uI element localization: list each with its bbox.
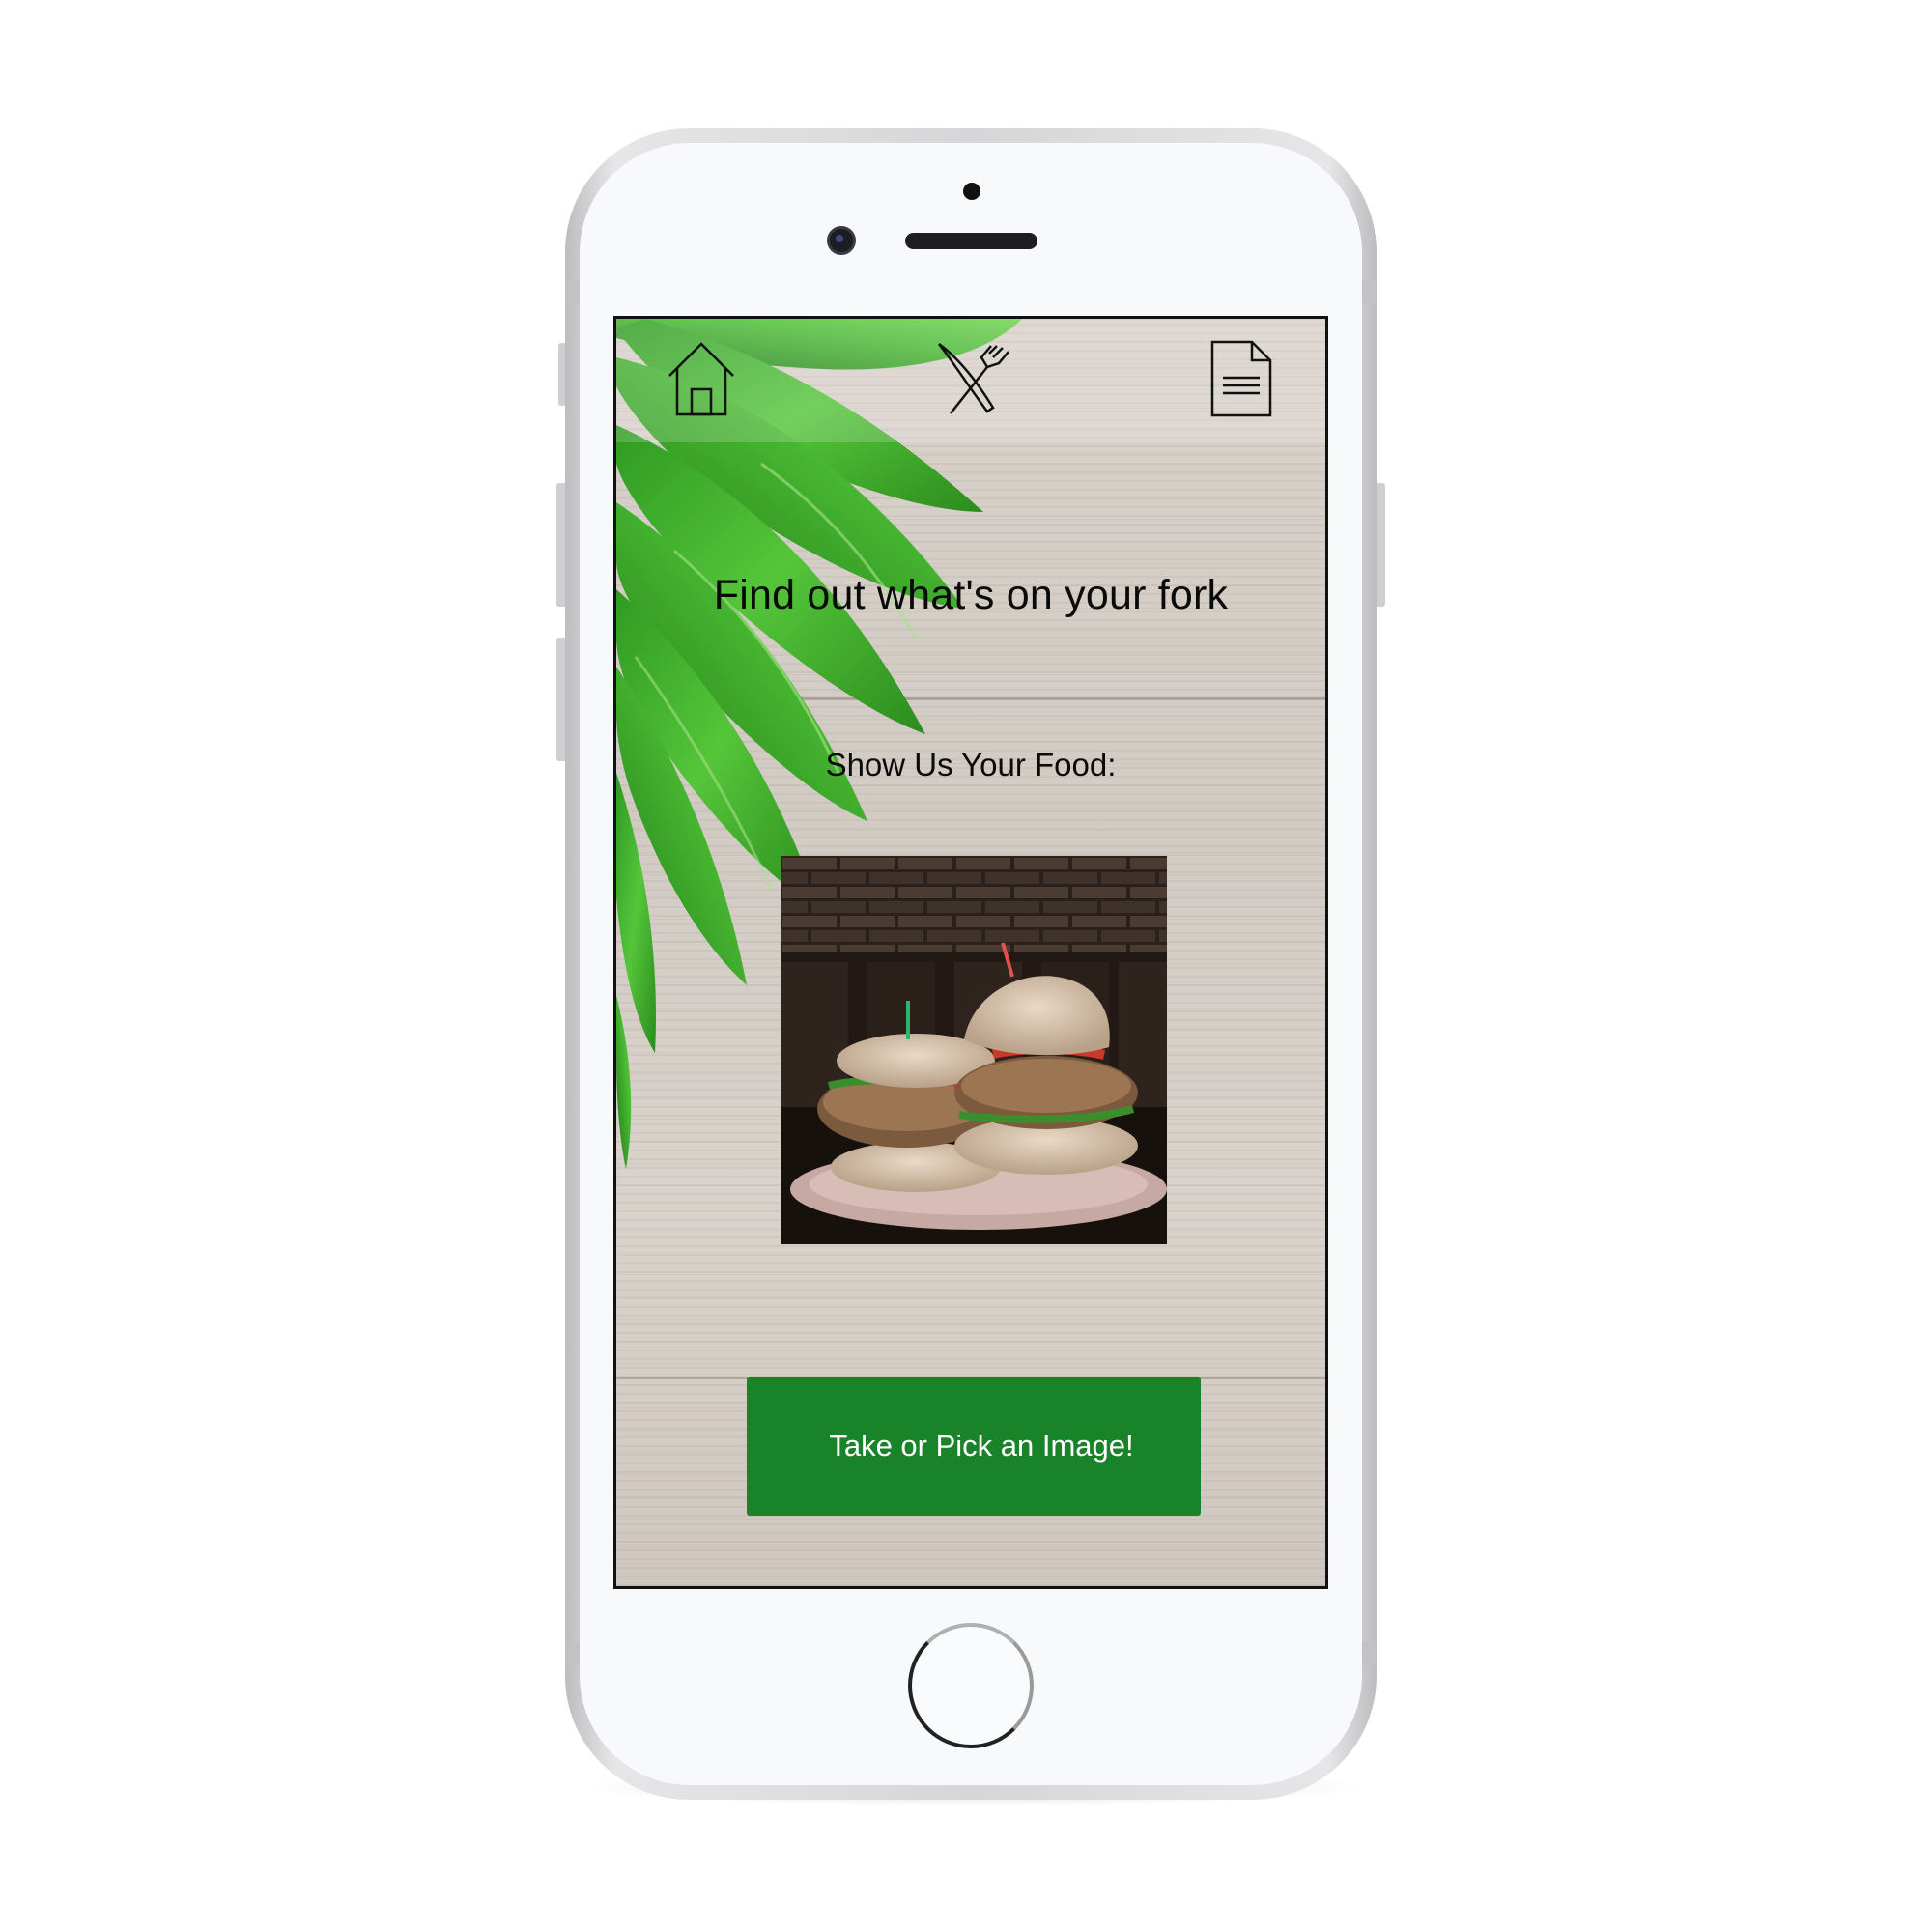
burger-photo-illustration [781, 856, 1167, 1244]
document-icon [1210, 340, 1272, 417]
home-icon [668, 342, 734, 416]
nav-meal-button[interactable] [933, 340, 1010, 417]
earpiece-speaker [905, 233, 1037, 249]
nav-report-button[interactable] [1208, 338, 1275, 419]
antenna-line [565, 280, 580, 303]
page-headline: Find out what's on your fork [713, 572, 1229, 618]
proximity-sensor [963, 183, 980, 200]
antenna-line [1362, 1642, 1377, 1665]
app-screen: Find out what's on your fork Show Us You… [613, 316, 1328, 1589]
nav-home-button[interactable] [665, 340, 738, 417]
antenna-line [1362, 280, 1377, 303]
home-button[interactable] [908, 1623, 1034, 1748]
food-photo [781, 856, 1167, 1244]
antenna-line [565, 1642, 580, 1665]
take-or-pick-image-button[interactable]: Take or Pick an Image! [747, 1377, 1201, 1516]
prompt-label: Show Us Your Food: [825, 747, 1117, 782]
front-camera [827, 226, 856, 255]
fork-knife-icon [938, 342, 1009, 414]
